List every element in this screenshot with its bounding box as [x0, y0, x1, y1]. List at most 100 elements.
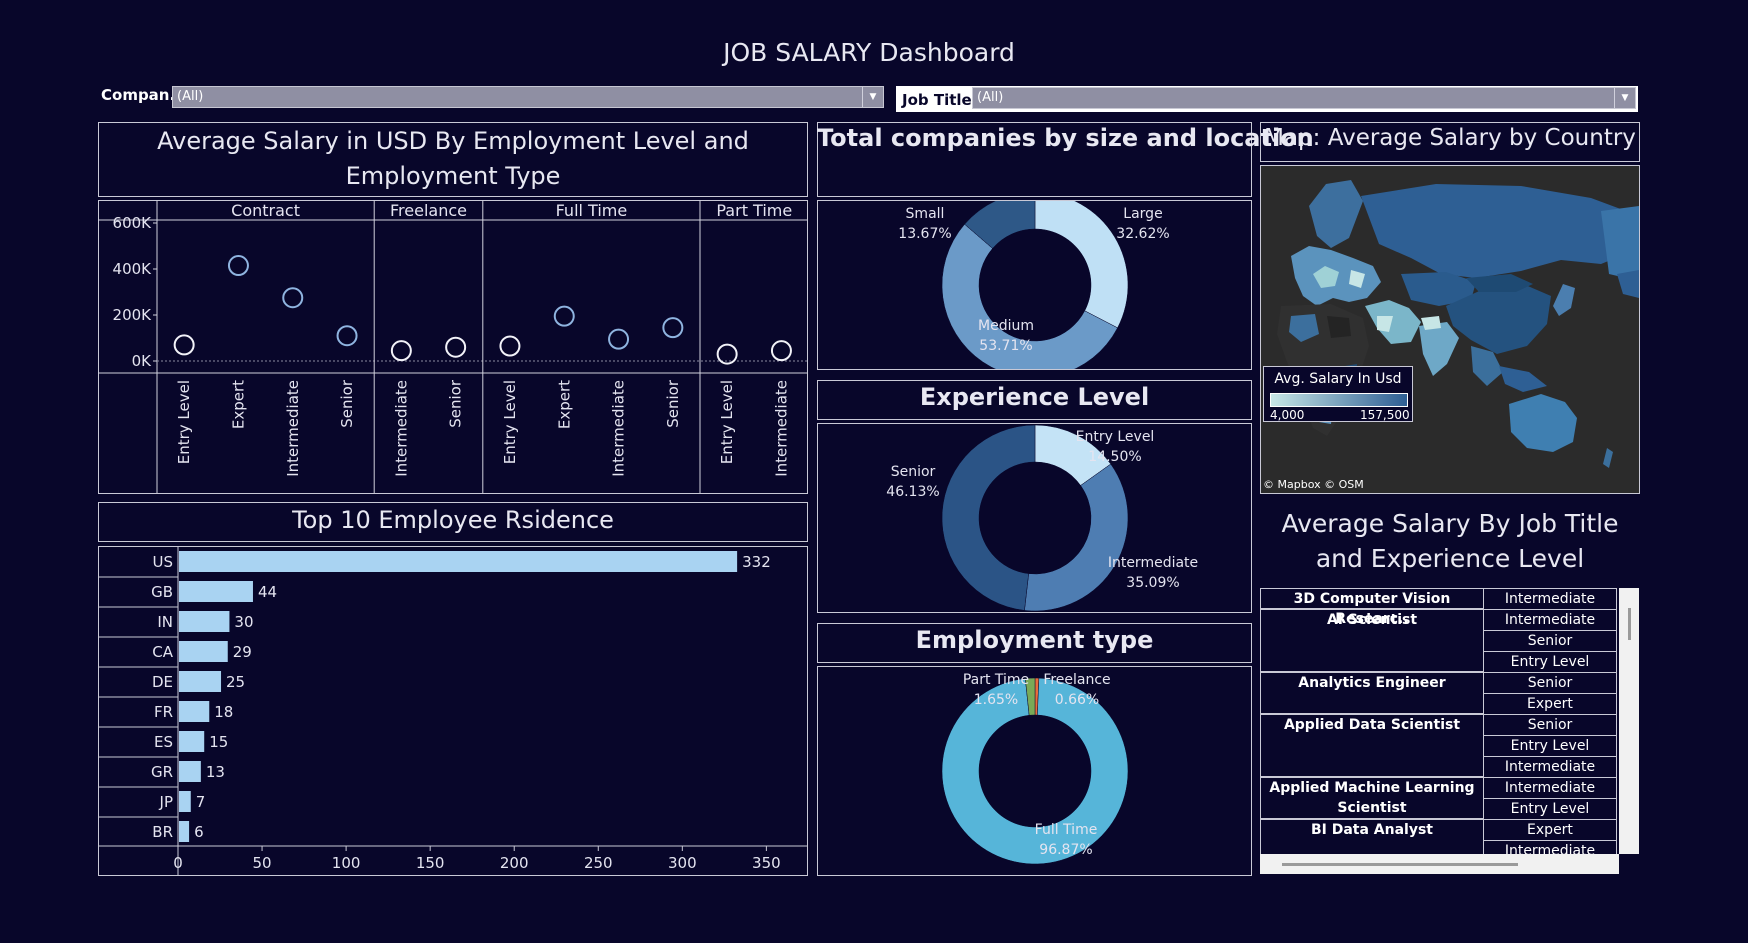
- category-label: GB: [151, 583, 173, 601]
- slice-percent: 32.62%: [1116, 226, 1169, 242]
- donut-slice[interactable]: [1034, 201, 1129, 329]
- category-label: ES: [154, 733, 173, 751]
- experience-title: Experience Level: [919, 383, 1150, 411]
- slice-label: Small: [906, 206, 945, 222]
- slice-label: Medium: [978, 318, 1034, 334]
- table-level-cell[interactable]: Senior: [1483, 630, 1617, 652]
- table-level-cell[interactable]: Intermediate: [1483, 840, 1617, 854]
- x-tick-label: 50: [253, 854, 272, 872]
- map-title: Map: Average Salary by Country: [1264, 125, 1636, 151]
- table-level-cell[interactable]: Expert: [1483, 819, 1617, 841]
- slice-label: Entry Level: [1076, 429, 1155, 445]
- table-job-title-cell[interactable]: Applied Machine Learning Scientist: [1260, 777, 1484, 819]
- bar-value-label: 44: [258, 583, 277, 601]
- bar[interactable]: [179, 641, 228, 662]
- category-label: JP: [159, 793, 173, 811]
- slice-percent: 13.67%: [898, 226, 951, 242]
- slice-label: Large: [1123, 206, 1162, 222]
- table-level-cell[interactable]: Senior: [1483, 672, 1617, 694]
- x-tick-label: 150: [416, 854, 445, 872]
- experience-donut: Entry Level 14.50% Intermediate 35.09% Senio…: [886, 424, 1198, 612]
- table-vertical-scrollbar[interactable]: [1619, 588, 1639, 854]
- bar[interactable]: [179, 581, 253, 602]
- donut-slice[interactable]: [941, 424, 1036, 611]
- x-tick-label: 350: [752, 854, 781, 872]
- x-tick-label: 300: [668, 854, 697, 872]
- category-label: US: [152, 553, 173, 571]
- employment-type-donut: Freelance 0.66% Full Time 96.87% Part Time 1.…: [941, 672, 1129, 865]
- table-job-title-cell[interactable]: BI Data Analyst: [1260, 819, 1484, 854]
- x-tick-label: 250: [584, 854, 613, 872]
- dashboard: JOB SALARY Dashboard Compan.. (All) ▼ Jo…: [0, 0, 1748, 943]
- bar[interactable]: [179, 821, 190, 842]
- map-view[interactable]: Avg. Salary In Usd 4,000 157,500 © Mapbo…: [1261, 166, 1639, 493]
- bar-value-label: 25: [226, 673, 245, 691]
- slice-percent: 35.09%: [1126, 575, 1179, 591]
- x-tick-label: 200: [500, 854, 529, 872]
- category-label: CA: [152, 643, 173, 661]
- slice-label: Senior: [891, 464, 936, 480]
- bar[interactable]: [179, 761, 201, 782]
- bar-value-label: 7: [196, 793, 206, 811]
- bar[interactable]: [179, 671, 222, 692]
- company-size-title: Total companies by size and location: [817, 124, 1314, 152]
- bar-value-label: 29: [233, 643, 252, 661]
- slice-label: Part Time: [963, 672, 1029, 688]
- slice-percent: 0.66%: [1055, 692, 1099, 708]
- map-legend-min: 4,000: [1270, 408, 1305, 422]
- company-size-chart-box: Large 32.62% Medium 53.71% Small 13.67%: [817, 200, 1252, 370]
- table-job-title-cell[interactable]: Analytics Engineer: [1260, 672, 1484, 714]
- table-level-cell[interactable]: Expert: [1483, 693, 1617, 715]
- table-hscroll-thumb[interactable]: [1282, 863, 1518, 866]
- map-legend-gradient: [1270, 393, 1408, 407]
- bar[interactable]: [179, 731, 205, 752]
- table-level-cell[interactable]: Senior: [1483, 714, 1617, 736]
- slice-percent: 53.71%: [979, 338, 1032, 354]
- bar-value-label: 15: [209, 733, 228, 751]
- category-label: DE: [152, 673, 173, 691]
- bar-value-label: 6: [194, 823, 204, 841]
- table-horizontal-scrollbar[interactable]: [1260, 854, 1619, 874]
- table-job-title-cell[interactable]: 3D Computer Vision Researc..: [1260, 588, 1484, 627]
- table-level-cell[interactable]: Intermediate: [1483, 609, 1617, 631]
- employment-type-title: Employment type: [915, 626, 1154, 654]
- company-size-donut: Large 32.62% Medium 53.71% Small 13.67%: [898, 201, 1170, 369]
- bar-value-label: 30: [234, 613, 253, 631]
- world-map[interactable]: [1261, 166, 1639, 493]
- bar[interactable]: [179, 551, 738, 572]
- slice-label: Full Time: [1035, 822, 1098, 838]
- table-scrollbar-thumb[interactable]: [1628, 608, 1631, 640]
- table-level-cell[interactable]: Intermediate: [1483, 588, 1617, 610]
- map-legend-max: 157,500: [1360, 408, 1410, 422]
- slice-percent: 1.65%: [974, 692, 1018, 708]
- slice-label: Intermediate: [1108, 555, 1198, 571]
- category-label: GR: [151, 763, 173, 781]
- bar[interactable]: [179, 611, 230, 632]
- job-salary-table[interactable]: 3D Computer Vision Researc.. Intermediate…: [1260, 588, 1640, 854]
- slice-percent: 14.50%: [1088, 449, 1141, 465]
- table-level-cell[interactable]: Intermediate: [1483, 777, 1617, 799]
- slice-label: Freelance: [1043, 672, 1110, 688]
- map-legend: Avg. Salary In Usd 4,000 157,500: [1263, 366, 1413, 422]
- bar[interactable]: [179, 791, 191, 812]
- table-level-cell[interactable]: Entry Level: [1483, 798, 1617, 820]
- slice-percent: 96.87%: [1039, 842, 1092, 858]
- map-legend-title: Avg. Salary In Usd: [1274, 371, 1402, 387]
- x-tick-label: 0: [173, 854, 183, 872]
- category-label: BR: [152, 823, 173, 841]
- bar-value-label: 332: [742, 553, 771, 571]
- table-level-cell[interactable]: Entry Level: [1483, 735, 1617, 757]
- x-tick-label: 100: [332, 854, 361, 872]
- table-level-cell[interactable]: Intermediate: [1483, 756, 1617, 778]
- table-job-title-cell[interactable]: Applied Data Scientist: [1260, 714, 1484, 777]
- map-attribution: © Mapbox © OSM: [1263, 478, 1364, 491]
- category-label: FR: [154, 703, 173, 721]
- job-table-title: Average Salary By Job Title and Experien…: [1281, 509, 1619, 573]
- donut-slice[interactable]: [1024, 463, 1129, 612]
- table-job-title-cell[interactable]: AI Scientist: [1260, 609, 1484, 672]
- bar[interactable]: [179, 701, 210, 722]
- category-label: IN: [157, 613, 173, 631]
- bar-value-label: 18: [214, 703, 233, 721]
- table-level-cell[interactable]: Entry Level: [1483, 651, 1617, 673]
- experience-chart-box: Entry Level 14.50% Intermediate 35.09% Senio…: [817, 423, 1252, 613]
